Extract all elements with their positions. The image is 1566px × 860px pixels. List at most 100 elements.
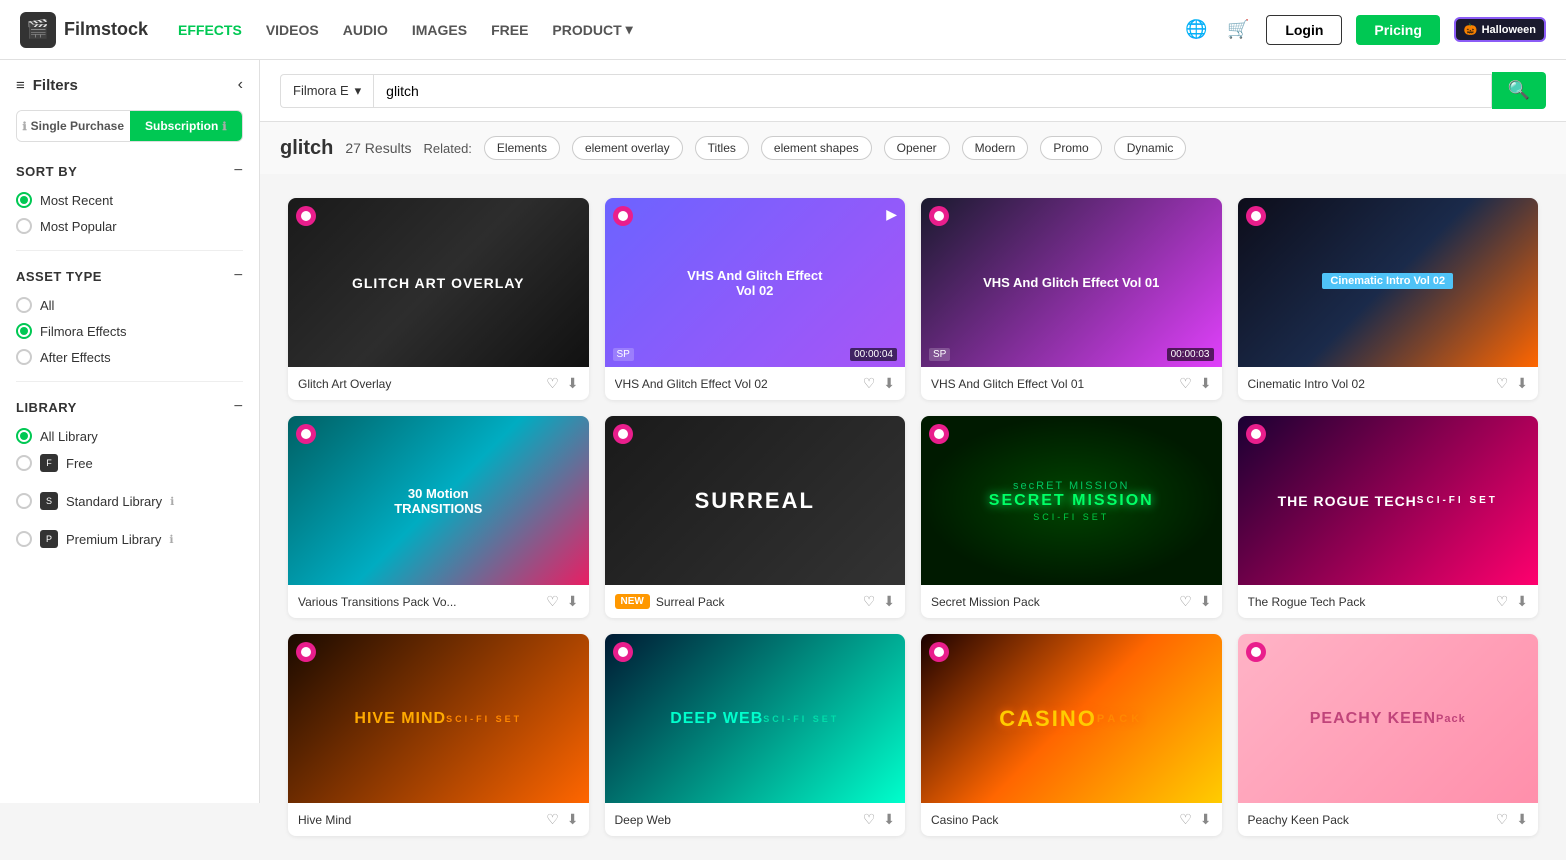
nav-audio[interactable]: AUDIO: [343, 21, 388, 38]
download-icon-4[interactable]: ⬇: [1516, 375, 1528, 392]
library-collapse-icon[interactable]: −: [234, 398, 243, 416]
library-all[interactable]: All Library: [16, 428, 243, 444]
cart-icon[interactable]: 🛒: [1224, 16, 1252, 44]
card-8[interactable]: THE ROGUE TECHSCI-FI SET The Rogue Tech …: [1238, 416, 1539, 618]
radio-asset-all: [16, 297, 32, 313]
tag-modern[interactable]: Modern: [962, 136, 1029, 160]
pricing-button[interactable]: Pricing: [1356, 15, 1439, 45]
nav-images[interactable]: IMAGES: [412, 21, 467, 38]
filter-header: ≡ Filters ‹: [16, 76, 243, 94]
logo[interactable]: 🎬 Filmstock: [20, 12, 148, 48]
like-icon-1[interactable]: ♡: [546, 375, 559, 392]
single-purchase-tab[interactable]: ℹ Single Purchase: [17, 111, 130, 141]
search-icon: 🔍: [1508, 80, 1530, 100]
standard-lib-info-icon[interactable]: ℹ: [170, 495, 174, 508]
sort-most-popular[interactable]: Most Popular: [16, 218, 243, 234]
premium-badge-9: [296, 642, 316, 662]
asset-collapse-icon[interactable]: −: [234, 267, 243, 285]
download-icon-9[interactable]: ⬇: [567, 811, 579, 828]
download-icon-3[interactable]: ⬇: [1200, 375, 1212, 392]
header-right: 🌐 🛒 Login Pricing 🎃 Halloween: [1182, 15, 1546, 45]
download-icon-8[interactable]: ⬇: [1516, 593, 1528, 610]
like-icon-9[interactable]: ♡: [546, 811, 559, 828]
tag-titles[interactable]: Titles: [695, 136, 749, 160]
info-icon-sub[interactable]: ℹ: [222, 120, 226, 133]
platform-selector[interactable]: Filmora E ▾: [280, 74, 373, 108]
tag-element-overlay[interactable]: element overlay: [572, 136, 683, 160]
asset-all[interactable]: All: [16, 297, 243, 313]
download-icon-11[interactable]: ⬇: [1200, 811, 1212, 828]
library-free[interactable]: F Free: [16, 454, 243, 472]
card-5-actions: ♡ ⬇: [546, 593, 578, 610]
like-icon-7[interactable]: ♡: [1179, 593, 1192, 610]
like-icon-4[interactable]: ♡: [1496, 375, 1509, 392]
radio-lib-free: [16, 455, 32, 471]
tag-elements[interactable]: Elements: [484, 136, 560, 160]
like-icon-8[interactable]: ♡: [1496, 593, 1509, 610]
card-9[interactable]: HIVE MINDSCI-FI SET Hive Mind ♡ ⬇: [288, 634, 589, 836]
related-label: Related:: [424, 141, 472, 156]
tag-promo[interactable]: Promo: [1040, 136, 1101, 160]
library-premium[interactable]: P Premium Library ℹ: [16, 530, 243, 548]
card-6[interactable]: SURREAL NEW Surreal Pack ♡ ⬇: [605, 416, 906, 618]
tag-opener[interactable]: Opener: [884, 136, 950, 160]
like-icon-5[interactable]: ♡: [546, 593, 559, 610]
card-11-title: Casino Pack: [931, 813, 1179, 827]
results-query: glitch: [280, 137, 333, 160]
asset-after-effects[interactable]: After Effects: [16, 349, 243, 365]
card-2[interactable]: VHS And Glitch EffectVol 02 SP ▶ 00:00:0…: [605, 198, 906, 400]
download-icon-5[interactable]: ⬇: [567, 593, 579, 610]
nav-effects[interactable]: EFFECTS: [178, 21, 242, 38]
like-icon-2[interactable]: ♡: [863, 375, 876, 392]
like-icon-11[interactable]: ♡: [1179, 811, 1192, 828]
search-input[interactable]: [373, 74, 1491, 108]
like-icon-3[interactable]: ♡: [1179, 375, 1192, 392]
card-7-thumb: secRET MISSION SECRET MISSION SCI-FI SET: [921, 416, 1222, 585]
card-11[interactable]: CASINOPACK Casino Pack ♡ ⬇: [921, 634, 1222, 836]
like-icon-12[interactable]: ♡: [1496, 811, 1509, 828]
card-1[interactable]: GLITCH ART OVERLAY Glitch Art Overlay ♡ …: [288, 198, 589, 400]
nav-free[interactable]: FREE: [491, 21, 528, 38]
card-4[interactable]: Cinematic Intro Vol 02 Cinematic Intro V…: [1238, 198, 1539, 400]
chevron-left-icon[interactable]: ‹: [238, 76, 243, 94]
search-button[interactable]: 🔍: [1492, 72, 1546, 109]
card-1-thumb: GLITCH ART OVERLAY: [288, 198, 589, 367]
divider-2: [16, 381, 243, 382]
premium-lib-info-icon[interactable]: ℹ: [169, 533, 173, 546]
tag-element-shapes[interactable]: element shapes: [761, 136, 872, 160]
tag-dynamic[interactable]: Dynamic: [1114, 136, 1187, 160]
card-4-actions: ♡ ⬇: [1496, 375, 1528, 392]
nav-videos[interactable]: VIDEOS: [266, 21, 319, 38]
like-icon-10[interactable]: ♡: [863, 811, 876, 828]
download-icon-10[interactable]: ⬇: [883, 811, 895, 828]
asset-type-options: All Filmora Effects After Effects: [16, 297, 243, 365]
card-5-thumb: 30 MotionTRANSITIONS: [288, 416, 589, 585]
download-icon-1[interactable]: ⬇: [567, 375, 579, 392]
globe-icon[interactable]: 🌐: [1182, 16, 1210, 44]
sort-by-section: SORT BY −: [16, 162, 243, 180]
card-3[interactable]: VHS And Glitch Effect Vol 01 SP 00:00:03…: [921, 198, 1222, 400]
card-10-footer: Deep Web ♡ ⬇: [605, 803, 906, 836]
halloween-badge[interactable]: 🎃 Halloween: [1454, 17, 1546, 42]
sort-most-recent[interactable]: Most Recent: [16, 192, 243, 208]
info-icon-single[interactable]: ℹ: [22, 120, 26, 133]
like-icon-6[interactable]: ♡: [863, 593, 876, 610]
download-icon-7[interactable]: ⬇: [1200, 593, 1212, 610]
nav-product[interactable]: PRODUCT ▾: [552, 21, 632, 38]
card-5[interactable]: 30 MotionTRANSITIONS Various Transitions…: [288, 416, 589, 618]
radio-most-recent: [16, 192, 32, 208]
card-9-footer: Hive Mind ♡ ⬇: [288, 803, 589, 836]
library-standard[interactable]: S Standard Library ℹ: [16, 492, 243, 510]
download-icon-12[interactable]: ⬇: [1516, 811, 1528, 828]
sort-collapse-icon[interactable]: −: [234, 162, 243, 180]
card-1-title: Glitch Art Overlay: [298, 377, 546, 391]
card-10[interactable]: DEEP WEBSCI-FI SET Deep Web ♡ ⬇: [605, 634, 906, 836]
asset-filmora[interactable]: Filmora Effects: [16, 323, 243, 339]
login-button[interactable]: Login: [1266, 15, 1342, 45]
card-7[interactable]: secRET MISSION SECRET MISSION SCI-FI SET…: [921, 416, 1222, 618]
download-icon-6[interactable]: ⬇: [883, 593, 895, 610]
card-12[interactable]: PEACHY KEENPack Peachy Keen Pack ♡ ⬇: [1238, 634, 1539, 836]
free-lib-icon: F: [40, 454, 58, 472]
subscription-tab[interactable]: Subscription ℹ: [130, 111, 243, 141]
download-icon-2[interactable]: ⬇: [883, 375, 895, 392]
